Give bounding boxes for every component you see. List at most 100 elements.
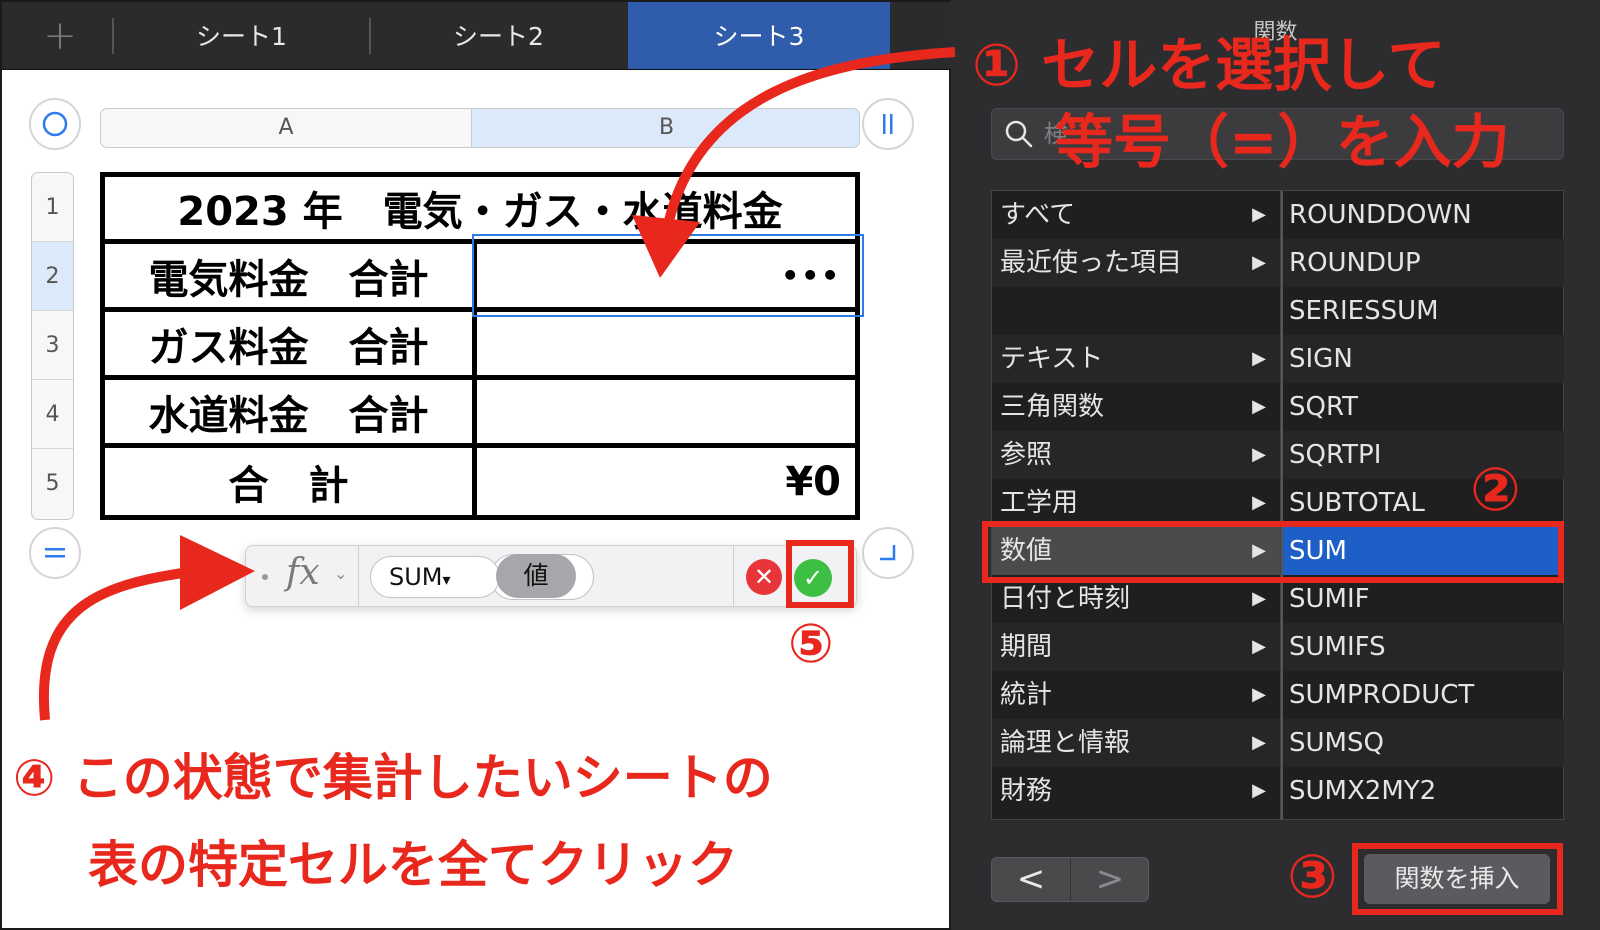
category-recent[interactable]: 最近使った項目 ▶	[992, 239, 1280, 287]
category-duration[interactable]: 期間 ▶	[992, 623, 1280, 671]
function-item[interactable]: ROUNDDOWN	[1283, 191, 1564, 239]
category-reference[interactable]: 参照 ▶	[992, 431, 1280, 479]
function-list: ROUNDDOWN ROUNDUP SERIESSUM SIGN SQRT SQ…	[1281, 190, 1564, 820]
list-item-label: 参照	[1000, 440, 1053, 470]
row-header-2[interactable]: 2	[32, 242, 73, 311]
column-header-bar: A B	[100, 108, 860, 148]
sheet-tab-bar: + シート1 シート2 シート3	[2, 2, 951, 70]
annotation-step3: ③	[1287, 842, 1338, 912]
label-cell-electricity[interactable]: 電気料金 合計	[105, 244, 477, 307]
function-item[interactable]: SQRT	[1283, 383, 1564, 431]
drag-dot[interactable]	[262, 574, 268, 580]
table-resize-handle[interactable]	[862, 527, 914, 579]
category-engineering[interactable]: 工学用 ▶	[992, 479, 1280, 527]
corner-icon	[880, 545, 896, 561]
table-row: 水道料金 合計	[105, 380, 855, 448]
table-row: ガス料金 合計	[105, 312, 855, 380]
triangle-right-icon: ▶	[1252, 204, 1266, 225]
list-item-label: 工学用	[1000, 488, 1079, 518]
annotation-step2: ②	[1470, 455, 1521, 525]
function-token-label: SUM	[389, 563, 443, 591]
tab-sheet1[interactable]: シート1	[114, 2, 369, 69]
circle-icon	[42, 111, 68, 137]
list-item-label: 最近使った項目	[1000, 248, 1183, 278]
category-trig[interactable]: 三角関数 ▶	[992, 383, 1280, 431]
add-sheet-button[interactable]: +	[32, 14, 88, 58]
function-item[interactable]: SIGN	[1283, 335, 1564, 383]
divider	[358, 546, 359, 606]
triangle-right-icon: ▶	[1252, 444, 1266, 465]
list-item-label: 統計	[1000, 680, 1053, 710]
function-item[interactable]: SUMX2MY2	[1283, 767, 1564, 815]
row-header-5[interactable]: 5	[32, 449, 73, 518]
table-select-handle[interactable]	[29, 98, 81, 150]
divider	[733, 546, 734, 606]
label-cell-water[interactable]: 水道料金 合計	[105, 380, 477, 443]
triangle-right-icon: ▶	[1252, 252, 1266, 273]
tab-sheet3[interactable]: シート3	[628, 2, 890, 69]
row-header-1[interactable]: 1	[32, 173, 73, 242]
category-spacer	[992, 287, 1280, 335]
label-cell-gas[interactable]: ガス料金 合計	[105, 312, 477, 375]
cancel-formula-button[interactable]: ✕	[746, 559, 782, 595]
triangle-right-icon: ▶	[1252, 732, 1266, 753]
previous-button[interactable]: <	[992, 858, 1070, 901]
tab-sheet2[interactable]: シート2	[371, 2, 626, 69]
pause-bars-icon	[883, 114, 893, 134]
next-button[interactable]: >	[1071, 858, 1149, 901]
function-item[interactable]: ROUNDUP	[1283, 239, 1564, 287]
column-header-b[interactable]: B	[471, 109, 859, 147]
column-header-a[interactable]: A	[101, 109, 471, 147]
category-financial[interactable]: 財務 ▶	[992, 767, 1280, 815]
fx-icon[interactable]: fx	[286, 552, 320, 593]
highlight-box-numeric-sum	[982, 521, 1564, 583]
highlight-box-insert	[1352, 843, 1563, 915]
row-header-bar: 1 2 3 4 5	[31, 172, 74, 520]
category-logic[interactable]: 論理と情報 ▶	[992, 719, 1280, 767]
category-all[interactable]: すべて ▶	[992, 191, 1280, 239]
search-icon	[1005, 120, 1033, 148]
annotation-step4-line1: ④ この状態で集計したいシートの	[13, 749, 773, 807]
function-item[interactable]: SUMPRODUCT	[1283, 671, 1564, 719]
value-argument-token[interactable]: 値	[496, 554, 576, 598]
triangle-right-icon: ▶	[1252, 348, 1266, 369]
list-item-label: すべて	[1000, 200, 1076, 230]
list-item-label: 日付と時刻	[1000, 584, 1131, 614]
row-header-4[interactable]: 4	[32, 380, 73, 449]
category-statistics[interactable]: 統計 ▶	[992, 671, 1280, 719]
category-text[interactable]: テキスト ▶	[992, 335, 1280, 383]
value-cell-gas[interactable]	[482, 312, 855, 375]
triangle-right-icon: ▶	[1252, 396, 1266, 417]
list-item-label: 財務	[1000, 776, 1053, 806]
utility-cost-table: 2023 年 電気・ガス・水道料金 電気料金 合計 ••• ガス料金 合計 水道…	[100, 172, 860, 520]
equals-bars-icon	[45, 548, 65, 558]
sum-function-token[interactable]: SUM▾	[370, 556, 500, 598]
triangle-right-icon: ▶	[1252, 780, 1266, 801]
page-navigation: < >	[991, 857, 1149, 902]
annotation-step1-line1: ① セルを選択して	[972, 31, 1446, 99]
formula-editor[interactable]: fx ⌄ SUM▾ 値 ✕ ✓	[245, 545, 857, 607]
highlight-box-accept	[786, 540, 854, 608]
function-item[interactable]: SUMIFS	[1283, 623, 1564, 671]
table-title-cell[interactable]: 2023 年 電気・ガス・水道料金	[105, 177, 855, 239]
triangle-right-icon: ▶	[1252, 684, 1266, 705]
row-handle[interactable]	[29, 527, 81, 579]
function-item[interactable]: SQRTPI	[1283, 431, 1564, 479]
value-cell-total[interactable]: ¥0	[482, 448, 855, 515]
list-item-label: テキスト	[1000, 344, 1104, 374]
list-item-label: 期間	[1000, 632, 1053, 662]
function-item[interactable]: SUMSQ	[1283, 719, 1564, 767]
row-header-3[interactable]: 3	[32, 311, 73, 380]
annotation-step1-line2: 等号（=）を入力	[1055, 108, 1510, 176]
chevron-down-icon[interactable]: ⌄	[334, 564, 347, 583]
annotation-step5: ⑤	[788, 612, 834, 675]
triangle-right-icon: ▶	[1252, 636, 1266, 657]
annotation-step4-line2: 表の特定セルを全てクリック	[88, 836, 738, 894]
triangle-right-icon: ▶	[1252, 492, 1266, 513]
function-item[interactable]: SERIESSUM	[1283, 287, 1564, 335]
label-cell-total[interactable]: 合 計	[105, 448, 477, 515]
function-item[interactable]: SUBTOTAL	[1283, 479, 1564, 527]
column-handle[interactable]	[862, 98, 914, 150]
category-list: すべて ▶ 最近使った項目 ▶ テキスト ▶ 三角関数 ▶ 参照 ▶ 工学用 ▶ 数値 ▶ 日…	[991, 190, 1281, 820]
value-cell-water[interactable]	[482, 380, 855, 443]
